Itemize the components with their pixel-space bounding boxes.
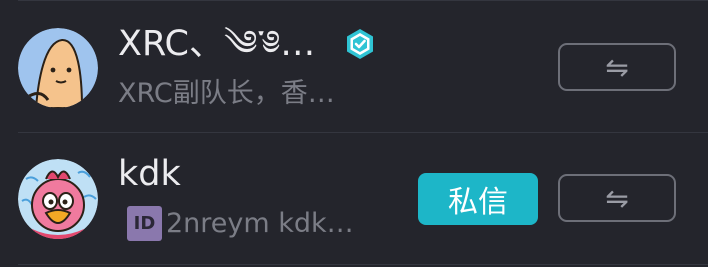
avatar-image [18,159,98,239]
user-row-xrc[interactable]: XRC、༄་༅… XRC副队长，香… ⇋ [0,2,708,132]
message-button[interactable]: 私信 [418,173,538,225]
swap-arrows-icon: ⇋ [605,181,629,215]
avatar-image [18,28,98,108]
swap-arrows-icon: ⇋ [605,50,629,84]
swap-button[interactable]: ⇋ [558,43,676,91]
user-subtitle: XRC副队长，香… [118,78,335,109]
user-name: kdk [118,154,181,194]
id-badge: ID [127,206,162,241]
top-divider [18,0,708,1]
avatar[interactable] [18,28,98,108]
avatar[interactable] [18,159,98,239]
bottom-divider [18,264,708,265]
swap-button[interactable]: ⇋ [558,174,676,222]
verified-badge-icon [344,28,376,60]
user-name: XRC、༄་༅… [118,24,316,64]
user-row-kdk[interactable]: kdk ID 2nreym kdk… 私信 ⇋ [0,133,708,263]
user-subtitle: 2nreym kdk… [166,208,354,239]
